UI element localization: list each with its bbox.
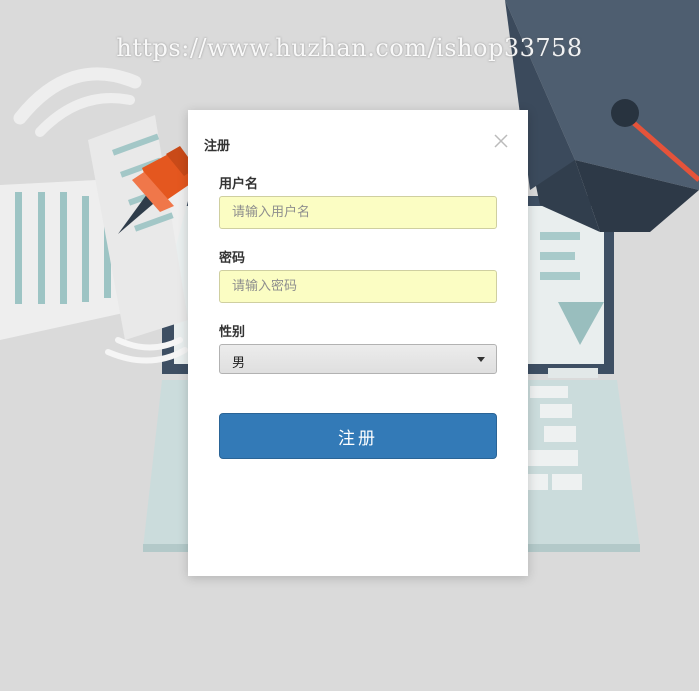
- gender-selected-value: 男: [232, 356, 246, 371]
- register-dialog: 注册 用户名 密码 性别 男 注册: [188, 110, 528, 576]
- username-label: 用户名: [219, 177, 259, 192]
- password-label: 密码: [219, 251, 246, 266]
- gender-label: 性别: [219, 325, 246, 340]
- close-icon: [494, 134, 508, 148]
- password-input[interactable]: [219, 270, 497, 303]
- register-button[interactable]: 注册: [219, 413, 497, 459]
- caret-down-icon: [477, 357, 485, 362]
- gender-select[interactable]: 男: [219, 344, 497, 374]
- dialog-title: 注册: [204, 139, 231, 154]
- close-button[interactable]: [492, 132, 510, 150]
- watermark-text: https://www.huzhan.com/ishop33758: [116, 34, 583, 62]
- username-input[interactable]: [219, 196, 497, 229]
